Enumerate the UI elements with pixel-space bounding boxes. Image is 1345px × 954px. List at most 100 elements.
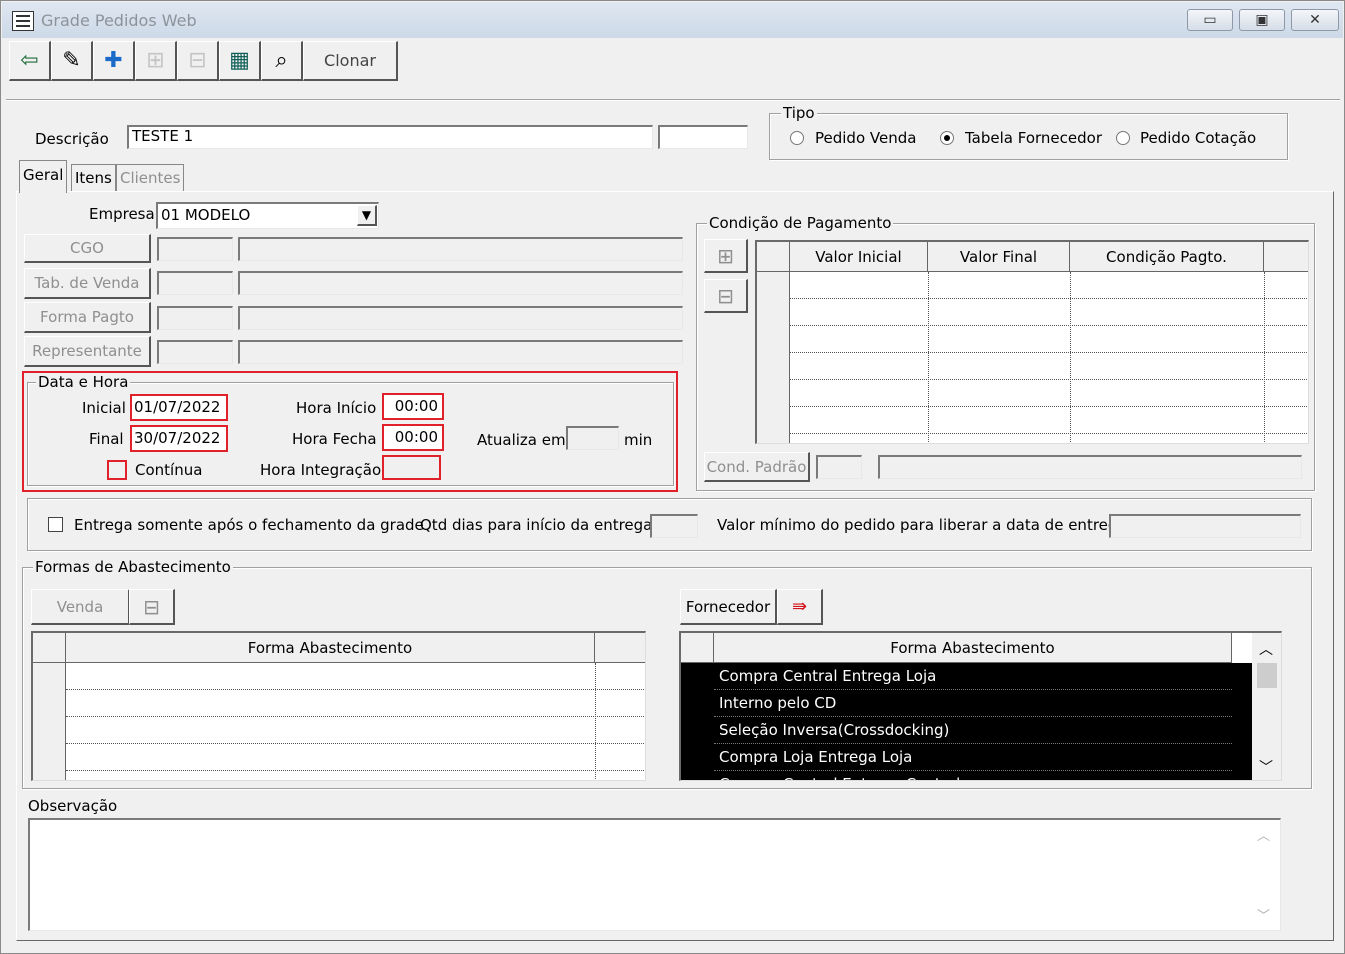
exit-button[interactable]: ⇦ (9, 41, 51, 81)
cond-remove-row-button[interactable]: ⊟ (704, 279, 748, 313)
table-row[interactable] (66, 690, 645, 717)
add-row-button[interactable]: ⊞ (135, 41, 177, 81)
forma-pagto-code-input[interactable] (157, 306, 233, 330)
forma-pagto-description-input[interactable] (238, 306, 683, 330)
table-row[interactable] (790, 326, 1308, 353)
valor-inicial-header[interactable]: Valor Inicial (790, 242, 928, 272)
list-item[interactable]: Compra Loja Entrega Loja (714, 744, 1232, 771)
table-row[interactable] (66, 663, 645, 690)
column-divider (595, 663, 596, 780)
hora-inicio-input[interactable]: 00:00 (382, 393, 444, 420)
transfer-right-icon: ⇛ (791, 596, 808, 617)
title-bar[interactable]: Grade Pedidos Web ▭ ▣ ✕ (2, 2, 1343, 38)
representante-code-input[interactable] (157, 340, 233, 364)
row-indicator-column (681, 663, 714, 780)
hora-fecha-input[interactable]: 00:00 (382, 424, 444, 451)
final-date-input[interactable]: 30/07/2022 (130, 425, 228, 452)
tab-venda-description-input[interactable] (238, 271, 683, 295)
tab-geral[interactable]: Geral (19, 160, 68, 193)
grid-extra-header (595, 633, 645, 663)
close-button[interactable]: ✕ (1291, 9, 1339, 31)
descricao-input[interactable]: TESTE 1 (127, 125, 653, 149)
fornecedor-transfer-button[interactable]: ⇛ (777, 589, 823, 625)
vertical-scrollbar[interactable]: ︿ ﹀ (1252, 633, 1281, 780)
scrollbar-thumb[interactable] (1257, 663, 1277, 688)
search-button[interactable]: ⌕ (261, 41, 303, 81)
cgo-code-input[interactable] (157, 237, 233, 261)
forma-abastecimento-right-grid[interactable]: Forma Abastecimento Compra Central Entre… (679, 631, 1282, 781)
chevron-down-icon[interactable]: ▼ (357, 205, 377, 226)
grid-corner (757, 242, 790, 272)
new-record-button[interactable]: ✚ (93, 41, 135, 81)
valor-final-header[interactable]: Valor Final (928, 242, 1070, 272)
list-item[interactable]: Seleção Inversa(Crossdocking) (714, 717, 1232, 744)
forma-abastecimento-header[interactable]: Forma Abastecimento (714, 633, 1232, 663)
observacao-textarea[interactable] (28, 818, 1281, 931)
maximize-button[interactable]: ▣ (1239, 9, 1285, 31)
table-row[interactable] (790, 299, 1308, 326)
condicao-pagamento-grid[interactable]: Valor Inicial Valor Final Condição Pagto… (755, 240, 1309, 444)
tab-venda-code-input[interactable] (157, 271, 233, 295)
remove-row-button[interactable]: ⊟ (177, 41, 219, 81)
cgo-description-input[interactable] (238, 237, 683, 261)
pedido-cotacao-radio[interactable] (1116, 131, 1130, 145)
chevron-down-icon[interactable]: ﹀ (1257, 905, 1270, 924)
grid-corner (681, 633, 714, 663)
list-item[interactable]: Interno pelo CD (714, 690, 1232, 717)
empresa-select[interactable]: 01 MODELO ▼ (156, 202, 379, 229)
tabela-fornecedor-radio[interactable] (940, 131, 954, 145)
qtd-dias-input[interactable] (650, 514, 698, 538)
hora-inicio-label: Hora Início (296, 399, 377, 417)
fornecedor-button[interactable]: Fornecedor (680, 589, 777, 625)
table-row[interactable] (66, 744, 645, 771)
cond-padrao-description-input[interactable] (878, 455, 1302, 479)
descricao-extra-input[interactable] (658, 125, 748, 149)
clear-button[interactable]: ✎ (51, 41, 93, 81)
exit-door-icon: ⇦ (20, 48, 39, 73)
table-row[interactable] (790, 407, 1308, 434)
tab-clientes[interactable]: Clientes (116, 164, 185, 191)
entrega-label: Entrega somente após o fechamento da gra… (74, 516, 424, 534)
pedido-venda-label: Pedido Venda (815, 129, 917, 147)
cond-padrao-code-input[interactable] (816, 455, 862, 479)
cgo-button[interactable]: CGO (24, 234, 151, 263)
chevron-down-icon[interactable]: ﹀ (1259, 757, 1273, 777)
entrega-checkbox[interactable] (48, 517, 63, 532)
table-row[interactable] (790, 380, 1308, 407)
valor-minimo-input[interactable] (1109, 514, 1301, 538)
condicao-pagamento-title: Condição de Pagamento (707, 214, 894, 232)
list-item[interactable]: Compra Central Entrega Central (714, 771, 1232, 780)
chevron-up-icon[interactable]: ︿ (1259, 639, 1273, 659)
pedido-venda-radio[interactable] (790, 131, 804, 145)
tab-venda-button[interactable]: Tab. de Venda (24, 268, 151, 299)
remove-row-icon: ⊟ (717, 284, 734, 308)
table-row[interactable] (790, 272, 1308, 299)
final-label: Final (89, 430, 124, 448)
hora-integracao-input[interactable] (382, 455, 441, 480)
descricao-label: Descrição (35, 130, 109, 148)
venda-button[interactable]: Venda (31, 589, 130, 625)
representante-button[interactable]: Representante (24, 336, 151, 367)
atualiza-em-input[interactable] (566, 426, 619, 450)
minimize-button[interactable]: ▭ (1187, 9, 1233, 31)
chevron-up-icon[interactable]: ︿ (1257, 825, 1270, 844)
forma-abastecimento-header[interactable]: Forma Abastecimento (66, 633, 595, 663)
inicial-date-input[interactable]: 01/07/2022 (130, 394, 228, 421)
representante-description-input[interactable] (238, 340, 683, 364)
forma-pagto-button[interactable]: Forma Pagto (24, 302, 151, 333)
forma-abastecimento-left-grid[interactable]: Forma Abastecimento (31, 631, 646, 781)
clone-button[interactable]: Clonar (303, 41, 398, 81)
tab-itens[interactable]: Itens (71, 164, 116, 191)
qtd-dias-label: Qtd dias para início da entrega (420, 516, 653, 534)
table-row[interactable] (790, 353, 1308, 380)
condicao-pagto-header[interactable]: Condição Pagto. (1070, 242, 1264, 272)
cond-padrao-button[interactable]: Cond. Padrão (704, 452, 810, 482)
venda-remove-button[interactable]: ⊟ (129, 589, 175, 625)
cond-add-row-button[interactable]: ⊞ (704, 239, 748, 273)
valor-minimo-label: Valor mínimo do pedido para liberar a da… (717, 516, 1127, 534)
observacao-scrollbar[interactable]: ︿ ﹀ (1252, 821, 1278, 929)
sheet-button[interactable]: ▦ (219, 41, 261, 81)
list-item[interactable]: Compra Central Entrega Loja (714, 663, 1232, 690)
table-row[interactable] (66, 717, 645, 744)
hora-fecha-label: Hora Fecha (292, 430, 377, 448)
